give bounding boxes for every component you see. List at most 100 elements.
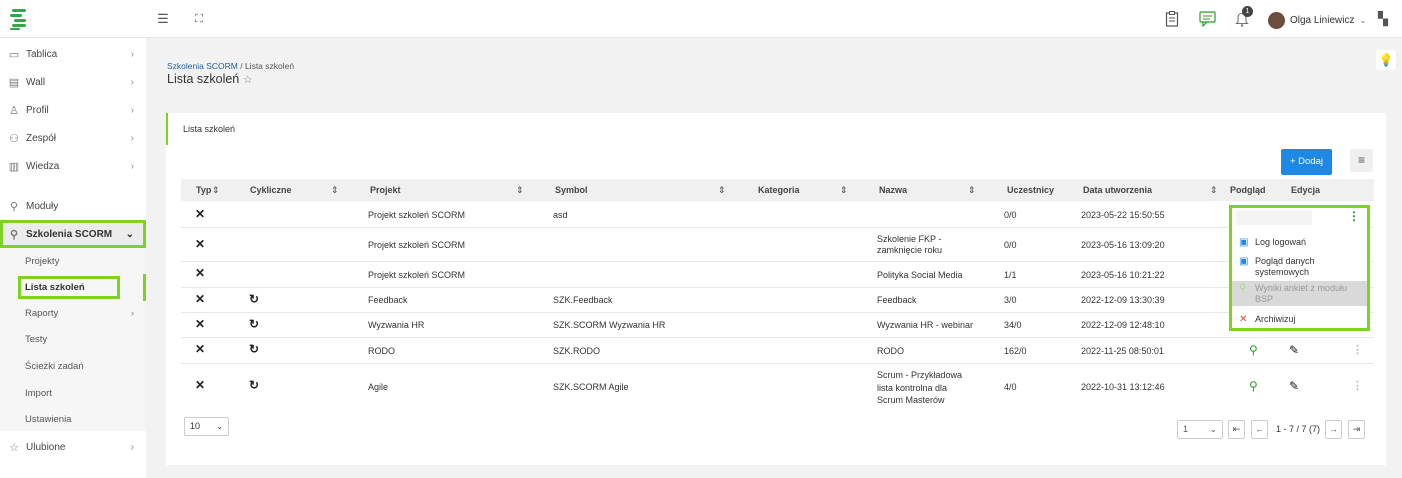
breadcrumb: Szkolenia SCORM / Lista szkoleń — [167, 61, 294, 71]
chevron-right-icon: › — [130, 160, 134, 172]
sidebar-item-wall[interactable]: ▤ Wall › — [0, 69, 146, 95]
view-search-icon[interactable]: ⚲ — [1249, 343, 1258, 357]
cell-data: 2022-11-25 08:50:01 — [1081, 346, 1164, 356]
chevron-right-icon: › — [130, 441, 134, 453]
table-row[interactable]: ✕ Projekt szkoleń SCORM Szkolenie FKP - … — [181, 228, 1374, 262]
dropdown-placeholder — [1236, 210, 1312, 225]
sidebar-subitem-label: Raporty — [25, 307, 59, 319]
sort-icon[interactable]: ⇕ — [212, 179, 220, 201]
wrench-icon: ⚲ — [9, 200, 19, 213]
view-search-icon[interactable]: ⚲ — [1249, 379, 1258, 393]
table-row[interactable]: ✕ ↻ Agile SZK.SCORM Agile Scrum - Przykł… — [181, 364, 1374, 409]
sort-icon[interactable]: ⇕ — [1210, 179, 1218, 201]
menu-item-log-logowan[interactable]: ▣ Log logowań — [1232, 237, 1367, 248]
sort-icon[interactable]: ⇕ — [331, 179, 339, 201]
type-x-icon: ✕ — [195, 342, 206, 356]
sidebar-subitem-import[interactable]: Import — [0, 380, 146, 406]
table-row[interactable]: ✕ ↻ Wyzwania HR SZK.SCORM Wyzwania HR Wy… — [181, 313, 1374, 338]
edit-pencil-icon[interactable]: ✎ — [1289, 379, 1299, 393]
column-header-cykliczne[interactable]: Cykliczne — [250, 179, 292, 201]
cell-data: 2022-12-09 12:48:10 — [1081, 320, 1165, 330]
edit-pencil-icon[interactable]: ✎ — [1289, 343, 1299, 357]
column-header-kategoria[interactable]: Kategoria — [758, 179, 800, 201]
app-logo[interactable] — [6, 6, 32, 32]
grid-icon[interactable]: ▚ — [1375, 11, 1391, 27]
page-size-select[interactable]: 10 ⌄ — [184, 417, 229, 436]
sort-icon[interactable]: ⇕ — [968, 179, 976, 201]
cell-projekt: Agile — [368, 382, 389, 392]
column-header-nazwa[interactable]: Nazwa — [879, 179, 907, 201]
sort-icon[interactable]: ⇕ — [718, 179, 726, 201]
cell-projekt: Projekt szkoleń SCORM — [368, 270, 466, 280]
favorite-star-icon[interactable]: ☆ — [243, 74, 253, 86]
table-header: Typ ⇕ Cykliczne ⇕ Projekt ⇕ Symbol ⇕ Kat… — [181, 179, 1374, 201]
sidebar-item-label: Zespół — [26, 132, 57, 144]
page-title: Lista szkoleń — [167, 72, 240, 86]
sidebar-item-moduly[interactable]: ⚲ Moduły — [0, 193, 146, 219]
column-header-symbol[interactable]: Symbol — [555, 179, 588, 201]
avatar — [1268, 12, 1285, 29]
menu-item-poglad-danych[interactable]: ▣ Pogląd danych systemowych — [1232, 256, 1367, 278]
cell-symbol: asd — [553, 210, 568, 220]
column-header-projekt[interactable]: Projekt — [370, 179, 401, 201]
next-page-icon[interactable]: → — [1325, 420, 1342, 439]
page-size-value: 10 — [190, 421, 201, 431]
type-x-icon: ✕ — [195, 317, 206, 331]
chevron-right-icon: › — [130, 132, 134, 144]
menu-item-wyniki-ankiet: ⚲ Wyniki ankiet z modułu BSP — [1232, 281, 1367, 306]
sort-icon[interactable]: ⇕ — [516, 179, 524, 201]
sort-icon[interactable]: ⇕ — [840, 179, 848, 201]
breadcrumb-separator: / — [237, 61, 245, 71]
sidebar-item-tablica[interactable]: ▭ Tablica › — [0, 41, 146, 67]
table-row[interactable]: ✕ ↻ RODO SZK.RODO RODO 162/0 2022-11-25 … — [181, 338, 1374, 364]
prev-page-icon[interactable]: ← — [1251, 420, 1268, 439]
filter-icon[interactable]: ≡ — [1350, 149, 1373, 172]
menu-icon[interactable]: ☰ — [155, 11, 171, 27]
sidebar-subitem-lista-szkolen[interactable]: Lista szkoleń — [18, 276, 120, 299]
table-row[interactable]: ✕ Projekt szkoleń SCORM Polityka Social … — [181, 262, 1374, 288]
column-header-typ[interactable]: Typ — [196, 179, 211, 201]
user-menu[interactable]: Olga Liniewicz ⌄ — [1268, 12, 1366, 29]
cell-symbol: SZK.Feedback — [553, 295, 613, 305]
more-vertical-icon[interactable]: ⋮ — [1348, 209, 1360, 223]
last-page-icon[interactable]: ⇥ — [1348, 420, 1365, 439]
user-icon: ♙ — [9, 104, 19, 117]
cell-data: 2023-05-22 15:50:55 — [1081, 210, 1165, 220]
sidebar-subitem-raporty[interactable]: Raporty › — [0, 300, 146, 326]
cell-nazwa: Scrum - Przykładowa lista kontrolna dla … — [877, 370, 963, 405]
content-card: Lista szkoleń + Dodaj ≡ Typ ⇕ Cykliczne … — [166, 113, 1386, 465]
column-header-podglad: Podgląd — [1230, 185, 1266, 195]
sidebar-item-szkolenia-scorm[interactable]: ⚲ Szkolenia SCORM ⌄ — [0, 220, 146, 248]
menu-item-label: Wyniki ankiet z modułu BSP — [1255, 283, 1347, 304]
column-header-data-utworzenia[interactable]: Data utworzenia — [1083, 179, 1152, 201]
cyclic-refresh-icon: ↻ — [249, 292, 260, 306]
more-vertical-icon[interactable]: ⋮ — [1352, 343, 1363, 356]
sidebar-subitem-projekty[interactable]: Projekty — [0, 248, 146, 274]
add-button[interactable]: + Dodaj — [1281, 149, 1332, 175]
page-select[interactable]: 1 ⌄ — [1177, 420, 1223, 439]
first-page-icon[interactable]: ⇤ — [1228, 420, 1245, 439]
column-header-uczestnicy[interactable]: Uczestnicy — [1007, 179, 1054, 201]
wall-icon: ▤ — [8, 76, 20, 89]
table-row[interactable]: ✕ Projekt szkoleń SCORM asd 0/0 2023-05-… — [181, 201, 1374, 228]
type-x-icon: ✕ — [195, 292, 206, 306]
sidebar: ▭ Tablica › ▤ Wall › ♙ Profil › ⚇ Zespół… — [0, 38, 146, 478]
menu-item-archiwizuj[interactable]: ✕ Archiwizuj — [1232, 314, 1367, 325]
page-number: 1 — [1183, 424, 1189, 434]
sidebar-item-zespol[interactable]: ⚇ Zespół › — [0, 125, 146, 151]
sidebar-item-ulubione[interactable]: ☆ Ulubione › — [0, 434, 146, 460]
clipboard-icon[interactable] — [1164, 11, 1180, 27]
cyclic-refresh-icon: ↻ — [249, 317, 260, 331]
sidebar-subitem-ustawienia[interactable]: Ustawienia — [0, 406, 146, 432]
cell-uczestnicy: 162/0 — [1004, 346, 1027, 356]
fullscreen-icon[interactable]: ⛶ — [191, 11, 207, 27]
sidebar-item-profil[interactable]: ♙ Profil › — [0, 97, 146, 123]
sidebar-subitem-testy[interactable]: Testy — [0, 326, 146, 352]
table-row[interactable]: ✕ ↻ Feedback SZK.Feedback Feedback 3/0 2… — [181, 288, 1374, 313]
chat-icon[interactable] — [1199, 11, 1216, 28]
sidebar-item-wiedza[interactable]: ▥ Wiedza › — [0, 153, 146, 179]
lightbulb-icon[interactable]: 💡 — [1376, 50, 1396, 70]
sidebar-subitem-sciezki-zadan[interactable]: Ścieżki zadań — [0, 353, 146, 379]
breadcrumb-link[interactable]: Szkolenia SCORM — [167, 61, 238, 71]
more-vertical-icon[interactable]: ⋮ — [1352, 379, 1363, 392]
